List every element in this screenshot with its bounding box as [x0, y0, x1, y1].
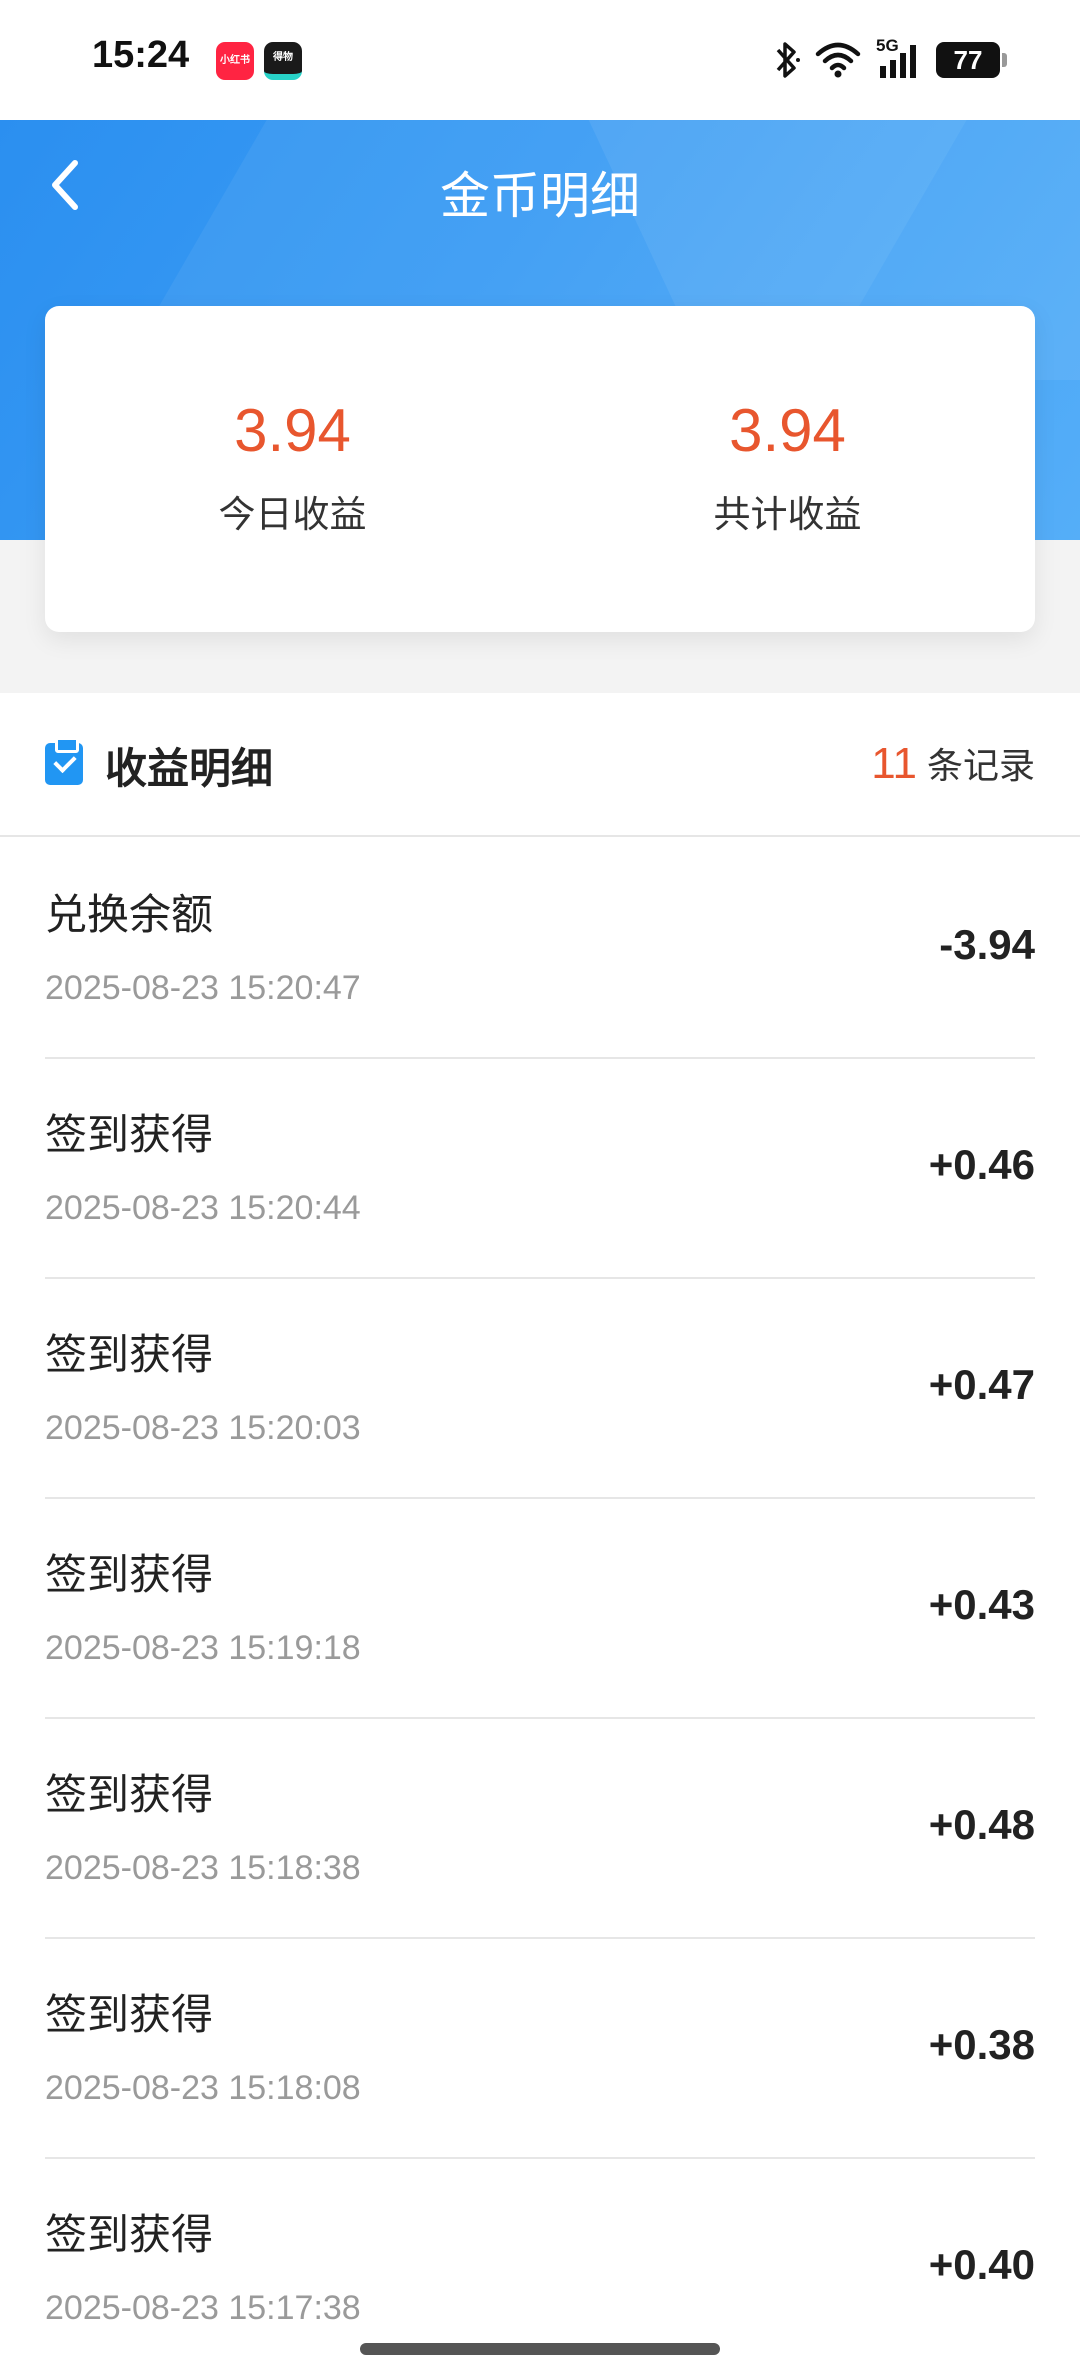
home-indicator[interactable] [360, 2343, 720, 2355]
status-icons: 5G 77 [772, 36, 1007, 82]
record-title: 签到获得 [45, 1770, 214, 1819]
status-bar: 15:24 小红书 得物 5G 77 [0, 0, 1080, 120]
list-item[interactable]: 签到获得 2025-08-23 15:19:18 +0.43 [45, 1499, 1035, 1719]
today-earnings: 3.94 今日收益 [45, 396, 540, 538]
record-time: 2025-08-23 15:20:44 [45, 1189, 361, 1227]
record-title: 签到获得 [45, 1550, 214, 1599]
clipboard-check-icon [45, 737, 83, 785]
today-earnings-value: 3.94 [234, 397, 351, 464]
earnings-details-section: 收益明细 11 条记录 兑换余额 2025-08-23 15:20:47 -3.… [0, 693, 1080, 2374]
section-header: 收益明细 11 条记录 [0, 693, 1080, 837]
status-time: 15:24 [92, 34, 190, 76]
today-earnings-label: 今日收益 [218, 493, 367, 536]
total-earnings-label: 共计收益 [713, 493, 862, 536]
record-title: 兑换余额 [45, 890, 214, 939]
record-count-number: 11 [871, 739, 917, 788]
record-title: 签到获得 [45, 1110, 214, 1159]
wifi-icon [815, 42, 861, 78]
record-amount: -3.94 [939, 921, 1035, 968]
record-amount: +0.43 [928, 1581, 1035, 1628]
xiaohongshu-app-icon: 小红书 [216, 42, 254, 80]
record-amount: +0.47 [928, 1361, 1035, 1408]
record-title: 签到获得 [45, 1330, 214, 1379]
dewu-app-icon: 得物 [264, 42, 302, 80]
record-time: 2025-08-23 15:17:38 [45, 2289, 361, 2327]
section-title: 收益明细 [105, 744, 274, 793]
records-list: 兑换余额 2025-08-23 15:20:47 -3.94 签到获得 2025… [45, 839, 1035, 2374]
record-title: 签到获得 [45, 2210, 214, 2259]
record-count-suffix: 条记录 [926, 746, 1035, 787]
record-time: 2025-08-23 15:18:08 [45, 2069, 361, 2107]
list-item[interactable]: 签到获得 2025-08-23 15:18:08 +0.38 [45, 1939, 1035, 2159]
total-earnings: 3.94 共计收益 [540, 396, 1035, 538]
record-amount: +0.38 [928, 2021, 1035, 2068]
record-amount: +0.46 [928, 1141, 1035, 1188]
record-title: 签到获得 [45, 1990, 214, 2039]
list-item[interactable]: 签到获得 2025-08-23 15:17:38 +0.40 [45, 2159, 1035, 2374]
signal-5g-icon: 5G [876, 36, 922, 80]
list-item[interactable]: 签到获得 2025-08-23 15:20:03 +0.47 [45, 1279, 1035, 1499]
list-item[interactable]: 签到获得 2025-08-23 15:18:38 +0.48 [45, 1719, 1035, 1939]
list-item[interactable]: 签到获得 2025-08-23 15:20:44 +0.46 [45, 1059, 1035, 1279]
record-count: 11 条记录 [871, 737, 1035, 789]
record-time: 2025-08-23 15:18:38 [45, 1849, 361, 1887]
record-amount: +0.48 [928, 1801, 1035, 1848]
page-title: 金币明细 [440, 167, 640, 225]
list-item[interactable]: 兑换余额 2025-08-23 15:20:47 -3.94 [45, 839, 1035, 1059]
record-time: 2025-08-23 15:20:47 [45, 969, 361, 1007]
bluetooth-icon [776, 42, 800, 78]
record-amount: +0.40 [928, 2241, 1035, 2288]
earnings-summary-card: 3.94 今日收益 3.94 共计收益 [45, 306, 1035, 632]
record-time: 2025-08-23 15:20:03 [45, 1409, 361, 1447]
record-time: 2025-08-23 15:19:18 [45, 1629, 361, 1667]
battery-indicator: 77 [936, 42, 1007, 78]
total-earnings-value: 3.94 [729, 397, 846, 464]
